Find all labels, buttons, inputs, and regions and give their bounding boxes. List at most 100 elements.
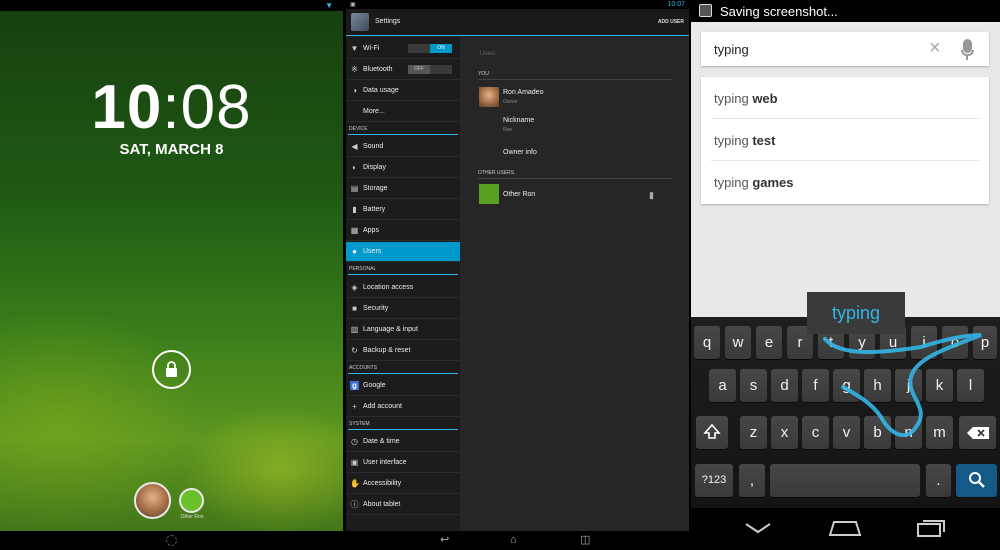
- toggle-state: ON: [430, 44, 452, 53]
- screenshot-icon: [699, 4, 712, 17]
- sidebar-item-backup[interactable]: ↻ Backup & reset: [346, 341, 460, 361]
- sidebar-item-battery[interactable]: ▮ Battery: [346, 200, 460, 220]
- sidebar-item-bluetooth[interactable]: ※ Bluetooth OFF: [346, 60, 460, 80]
- sidebar-item-language[interactable]: ▨ Language & input: [346, 320, 460, 340]
- suggestion-item[interactable]: typing test: [714, 133, 775, 148]
- back-icon[interactable]: ↩: [440, 535, 449, 546]
- storage-icon: ▤: [350, 184, 359, 193]
- user-avatar-ron[interactable]: [134, 482, 171, 519]
- sidebar-item-label: Add account: [363, 403, 402, 410]
- settings-app-icon[interactable]: [351, 13, 369, 31]
- pane-title: Users: [480, 51, 496, 57]
- trash-icon[interactable]: ▮: [649, 190, 659, 200]
- sidebar-item-label: About tablet: [363, 501, 401, 508]
- bluetooth-toggle[interactable]: OFF: [408, 65, 452, 74]
- unlock-handle[interactable]: [152, 350, 191, 389]
- search-panel: Saving screenshot... typing × typing web…: [691, 0, 1000, 550]
- sidebar-item-label: Bluetooth: [363, 66, 393, 73]
- sidebar-item-data-usage[interactable]: ◑ Data usage: [346, 81, 460, 101]
- sidebar-item-location[interactable]: ◈ Location access: [346, 278, 460, 298]
- sidebar-item-security[interactable]: ■ Security: [346, 299, 460, 319]
- home-icon[interactable]: ⌂: [510, 535, 517, 546]
- gesture-trail: [823, 333, 982, 438]
- sidebar-item-label: Sound: [363, 143, 384, 150]
- sidebar-item-sound[interactable]: ◀ Sound: [346, 137, 460, 157]
- suggestion-item[interactable]: typing games: [714, 175, 794, 190]
- owner-name[interactable]: Ron Amadeo: [503, 89, 543, 96]
- sidebar-item-about[interactable]: ⓘ About tablet: [346, 495, 460, 515]
- clear-icon[interactable]: ×: [929, 37, 941, 60]
- sidebar-item-label: Date & time: [363, 438, 400, 445]
- lock-date: SAT, MARCH 8: [119, 141, 224, 158]
- navigation-bar: ↩ ⌂ ◫: [346, 531, 689, 550]
- other-user-avatar[interactable]: [479, 184, 499, 204]
- search-box[interactable]: typing ×: [701, 32, 989, 66]
- sidebar-item-label: Language & input: [363, 326, 418, 333]
- sidebar-item-label: Backup & reset: [363, 347, 411, 354]
- toggle-state: OFF: [408, 65, 430, 74]
- section-header-you: YOU: [478, 71, 672, 80]
- clock-icon: ◷: [351, 437, 358, 446]
- search-input[interactable]: typing: [714, 42, 749, 57]
- google-icon: g: [350, 381, 359, 390]
- lock-icon: [166, 361, 177, 377]
- other-user-name[interactable]: Other Ron: [503, 191, 535, 198]
- sidebar-item-label: Display: [363, 164, 386, 171]
- sidebar-item-label: Location access: [363, 284, 414, 291]
- user-interface-icon: ▣: [350, 458, 359, 467]
- suggestion-base: typing: [714, 175, 753, 190]
- suggestions-list: typing web typing test typing games: [701, 77, 989, 204]
- status-bar: ▣ 10:07: [346, 0, 689, 9]
- sidebar-item-label: Security: [363, 305, 389, 312]
- sidebar-item-label: Battery: [363, 206, 386, 213]
- sidebar-item-users[interactable]: ● Users: [346, 242, 460, 262]
- screenshot-notification-icon: ▣: [350, 2, 356, 8]
- sidebar-item-wifi[interactable]: ▼ Wi-Fi ON: [346, 39, 460, 59]
- sidebar-item-storage[interactable]: ▤ Storage: [346, 179, 460, 199]
- sidebar-item-accessibility[interactable]: ✋ Accessibility: [346, 474, 460, 494]
- recents-icon[interactable]: [916, 518, 946, 538]
- section-header-system: SYSTEM: [348, 418, 458, 430]
- battery-icon: ▮: [352, 205, 357, 214]
- status-text: Saving screenshot...: [720, 4, 838, 19]
- sidebar-item-label: User interface: [363, 459, 407, 466]
- suggestion-completion: games: [752, 175, 794, 190]
- status-time: 10:07: [667, 1, 685, 8]
- sidebar-item-label: Accessibility: [363, 480, 402, 487]
- suggestion-item[interactable]: typing web: [714, 91, 778, 106]
- sidebar-item-user-interface[interactable]: ▣ User interface: [346, 453, 460, 473]
- sidebar-item-apps[interactable]: ▦ Apps: [346, 221, 460, 241]
- section-header-device: DEVICE: [348, 123, 458, 135]
- sound-icon: ◀: [351, 142, 358, 151]
- owner-role: Owner: [503, 99, 518, 105]
- owner-avatar[interactable]: [479, 87, 499, 107]
- sidebar-item-label: Users: [363, 248, 382, 255]
- nickname-label[interactable]: Nickname: [503, 117, 534, 124]
- gesture-preview: typing: [807, 292, 905, 334]
- back-down-icon[interactable]: [743, 521, 773, 535]
- recents-icon[interactable]: ◫: [580, 535, 590, 546]
- sidebar-item-google[interactable]: g Google: [346, 376, 460, 396]
- accessibility-icon: ✋: [350, 479, 360, 488]
- home-icon[interactable]: [828, 519, 862, 537]
- sidebar-item-label: More...: [363, 108, 385, 115]
- settings-sidebar: ▼ Wi-Fi ON ※ Bluetooth OFF ◑ Data usage …: [346, 37, 460, 531]
- home-icon[interactable]: [166, 535, 177, 546]
- settings-panel: ▣ 10:07 Settings ADD USER ▼ Wi-Fi ON ※ B…: [346, 0, 689, 550]
- sidebar-item-label: Storage: [363, 185, 388, 192]
- wifi-toggle[interactable]: ON: [408, 44, 452, 53]
- add-user-button[interactable]: ADD USER: [658, 19, 684, 25]
- sidebar-item-date-time[interactable]: ◷ Date & time: [346, 432, 460, 452]
- sidebar-item-more[interactable]: More...: [346, 102, 460, 122]
- clock-separator: :: [162, 73, 181, 142]
- status-bar: ▼: [0, 0, 343, 11]
- action-bar: Settings ADD USER: [346, 9, 689, 36]
- owner-info-item[interactable]: Owner info: [503, 149, 537, 156]
- lock-screen-panel: ▼ 10:08 SAT, MARCH 8 Other Ron: [0, 0, 343, 550]
- sidebar-item-display[interactable]: ◐ Display: [346, 158, 460, 178]
- sidebar-item-label: Wi-Fi: [363, 45, 380, 52]
- bluetooth-icon: ※: [351, 65, 358, 74]
- sidebar-item-add-account[interactable]: + Add account: [346, 397, 460, 417]
- user-avatar-other[interactable]: [179, 488, 204, 513]
- section-header-other-users: OTHER USERS: [478, 170, 672, 179]
